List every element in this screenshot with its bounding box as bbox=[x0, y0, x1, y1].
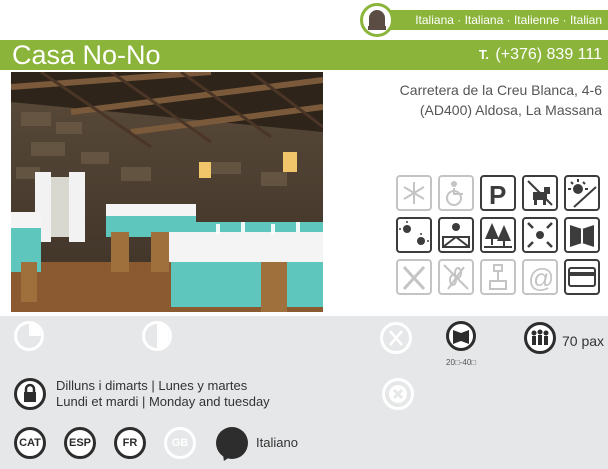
play-area-icon bbox=[522, 217, 558, 253]
menu-price-icon bbox=[446, 321, 476, 351]
cuisine-tag: Italiana · Italiana · Italienne · Italia… bbox=[362, 10, 608, 30]
lang-esp: ESP bbox=[64, 427, 96, 459]
menu-price: 20□-40□ bbox=[446, 358, 477, 367]
lang-gb: GB bbox=[164, 427, 196, 459]
speech-bubble-icon bbox=[216, 427, 248, 459]
restaurant-name: Casa No-No bbox=[12, 40, 161, 70]
trees-icon bbox=[480, 217, 516, 253]
phone-number[interactable]: T. (+376) 839 111 bbox=[479, 40, 602, 70]
phone-prefix: T. bbox=[478, 47, 489, 62]
menu-icon bbox=[564, 217, 600, 253]
closed-days: Dilluns i dimarts | Lunes y martes Lundi… bbox=[56, 378, 270, 410]
people-icon bbox=[524, 322, 556, 354]
restaurant-cutlery-icon bbox=[380, 322, 412, 354]
mountain-view-icon bbox=[438, 217, 474, 253]
svg-text:P: P bbox=[489, 180, 506, 209]
restaurant-photo bbox=[11, 72, 323, 312]
pets-allowed-icon bbox=[522, 175, 558, 211]
lock-icon bbox=[14, 378, 46, 410]
address-line-2: (AD400) Aldosa, La Massana bbox=[419, 102, 602, 118]
closed-days-line-2: Lundi et mardi | Monday and tuesday bbox=[56, 394, 270, 409]
gluten-free-icon bbox=[438, 259, 474, 295]
cutlery-icon bbox=[396, 259, 432, 295]
address: Carretera de la Creu Blanca, 4-6 (AD400)… bbox=[342, 80, 602, 120]
air-conditioning-icon bbox=[396, 175, 432, 211]
chef-hat-icon bbox=[360, 3, 394, 37]
closed-days-line-1: Dilluns i dimarts | Lunes y martes bbox=[56, 378, 248, 393]
baby-chair-icon bbox=[480, 259, 516, 295]
terrace-icon bbox=[564, 175, 600, 211]
title-bar: Casa No-No T. (+376) 839 111 bbox=[0, 40, 608, 70]
other-language: Italiano bbox=[256, 435, 298, 450]
svg-text:@: @ bbox=[528, 263, 554, 293]
email-icon: @ bbox=[522, 259, 558, 295]
dinner-clock-icon bbox=[142, 321, 172, 351]
credit-card-icon bbox=[564, 259, 600, 295]
phone-value: (+376) 839 111 bbox=[495, 46, 602, 63]
lang-fr: FR bbox=[114, 427, 146, 459]
lang-cat: CAT bbox=[14, 427, 46, 459]
lunch-clock-icon bbox=[14, 321, 44, 351]
sun-icon bbox=[396, 217, 432, 253]
capacity: 70 pax bbox=[562, 333, 605, 349]
address-line-1: Carretera de la Creu Blanca, 4-6 bbox=[399, 82, 602, 98]
wheelchair-icon bbox=[438, 175, 474, 211]
parking-icon: P bbox=[480, 175, 516, 211]
cuisine-label: Italiana · Italiana · Italienne · Italia… bbox=[415, 13, 602, 27]
close-icon bbox=[382, 378, 414, 410]
